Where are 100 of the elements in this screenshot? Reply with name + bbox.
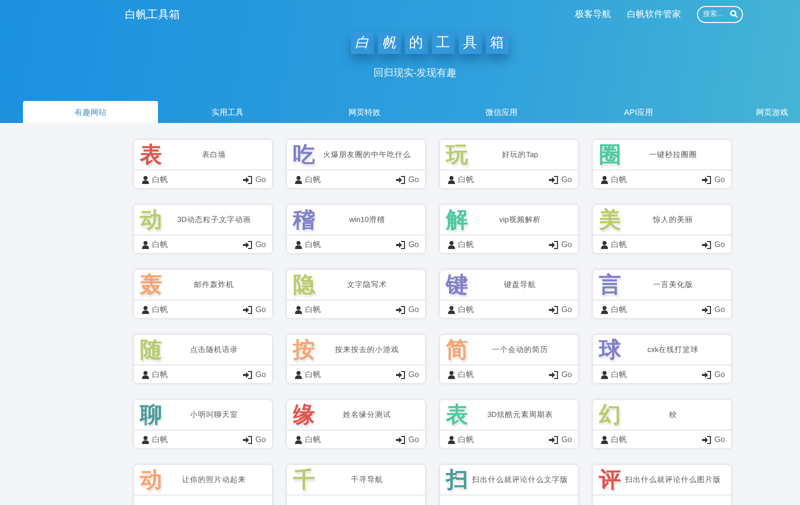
tool-glyph: 键 [446, 274, 468, 296]
tool-glyph: 缘 [293, 404, 315, 426]
user-icon [601, 306, 608, 314]
sign-in-icon [243, 240, 252, 248]
go-link[interactable]: Go [255, 435, 266, 444]
author-name: 白帆 [305, 434, 321, 445]
author-name: 白帆 [458, 239, 474, 250]
user-icon [295, 306, 302, 314]
author-name: 白帆 [611, 174, 627, 185]
tool-glyph: 解 [446, 208, 468, 230]
search-icon[interactable] [730, 10, 738, 18]
sign-in-icon [702, 306, 712, 314]
user-icon [448, 436, 455, 444]
go-link[interactable]: Go [561, 240, 572, 249]
author-name: 白帆 [152, 434, 168, 445]
sign-in-icon [549, 240, 558, 248]
go-link[interactable]: Go [561, 175, 572, 184]
author-name: 白帆 [152, 369, 168, 380]
user-icon [142, 370, 149, 378]
banner-title-char: 白 [351, 32, 374, 54]
author-name: 白帆 [458, 304, 474, 315]
category-tab[interactable]: 实用工具 [160, 101, 295, 123]
banner-title-char: 具 [459, 32, 482, 54]
go-link[interactable]: Go [561, 305, 572, 314]
go-link[interactable]: Go [408, 370, 419, 379]
sign-in-icon [549, 436, 558, 444]
tool-glyph: 千 [293, 468, 315, 490]
user-icon [295, 370, 302, 378]
go-link[interactable]: Go [714, 240, 725, 249]
user-icon [142, 436, 149, 444]
tool-glyph: 轰 [140, 274, 162, 296]
tool-glyph: 言 [599, 274, 621, 296]
go-link[interactable]: Go [408, 305, 419, 314]
tool-glyph: 隐 [293, 274, 315, 296]
tool-glyph: 扫 [446, 468, 468, 490]
tool-glyph: 按 [293, 338, 315, 360]
go-link[interactable]: Go [714, 305, 725, 314]
author-name: 白帆 [152, 174, 168, 185]
author-name: 白帆 [611, 239, 627, 250]
sign-in-icon [549, 370, 558, 378]
user-icon [142, 306, 149, 314]
author-name: 白帆 [152, 239, 168, 250]
sign-in-icon [396, 240, 406, 248]
sign-in-icon [549, 306, 558, 314]
author-name: 白帆 [305, 304, 321, 315]
go-link[interactable]: Go [561, 435, 572, 444]
sign-in-icon [702, 370, 712, 378]
category-tab[interactable]: 有趣网站 [23, 101, 158, 123]
go-link[interactable]: Go [408, 240, 419, 249]
tool-glyph: 表 [140, 144, 162, 166]
sign-in-icon [243, 370, 252, 378]
tool-glyph: 稽 [293, 208, 315, 230]
banner-title-char: 帆 [378, 32, 401, 54]
sign-in-icon [396, 370, 406, 378]
author-name: 白帆 [458, 369, 474, 380]
user-icon [295, 176, 302, 184]
sign-in-icon [396, 306, 406, 314]
tool-glyph: 幻 [599, 404, 621, 426]
go-link[interactable]: Go [714, 175, 725, 184]
user-icon [601, 176, 608, 184]
user-icon [448, 176, 455, 184]
user-icon [448, 240, 455, 248]
tool-glyph: 球 [599, 338, 621, 360]
go-link[interactable]: Go [255, 175, 266, 184]
go-link[interactable]: Go [561, 370, 572, 379]
sign-in-icon [243, 306, 252, 314]
author-name: 白帆 [611, 434, 627, 445]
user-icon [448, 370, 455, 378]
go-link[interactable]: Go [714, 370, 725, 379]
user-icon [142, 240, 149, 248]
user-icon [295, 240, 302, 248]
author-name: 白帆 [611, 369, 627, 380]
tool-glyph: 随 [140, 338, 162, 360]
go-link[interactable]: Go [408, 435, 419, 444]
tool-glyph: 动 [140, 208, 162, 230]
tool-glyph: 玩 [446, 144, 468, 166]
sign-in-icon [243, 436, 252, 444]
author-name: 白帆 [305, 239, 321, 250]
sign-in-icon [243, 176, 252, 184]
go-link[interactable]: Go [408, 175, 419, 184]
author-name: 白帆 [152, 304, 168, 315]
sign-in-icon [702, 240, 712, 248]
author-name: 白帆 [458, 174, 474, 185]
tool-glyph: 动 [140, 468, 162, 490]
go-link[interactable]: Go [255, 305, 266, 314]
tool-glyph: 聊 [140, 404, 162, 426]
sign-in-icon [396, 176, 406, 184]
category-tab[interactable]: 网页特效 [297, 101, 432, 123]
go-link[interactable]: Go [714, 435, 725, 444]
go-link[interactable]: Go [255, 240, 266, 249]
tool-glyph: 表 [446, 404, 468, 426]
banner-subtitle: 回归现实-发现有趣 [372, 66, 458, 80]
banner-title-char: 箱 [486, 32, 509, 54]
user-icon [601, 370, 608, 378]
site-title[interactable]: 白帆工具箱 [125, 6, 180, 22]
user-icon [601, 240, 608, 248]
tool-glyph: 评 [599, 468, 621, 490]
user-icon [142, 176, 149, 184]
go-link[interactable]: Go [255, 370, 266, 379]
tool-glyph: 美 [599, 208, 621, 230]
